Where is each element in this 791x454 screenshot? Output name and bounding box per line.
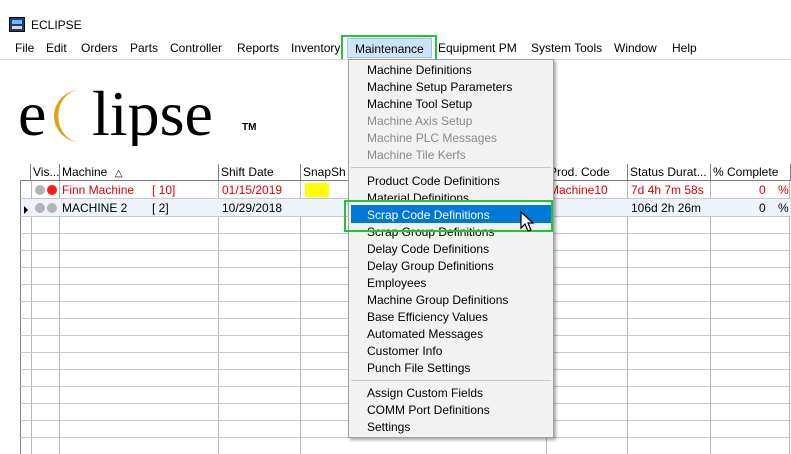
eclipse-logo: e lipse TM: [18, 80, 256, 146]
menu-controller[interactable]: Controller: [170, 41, 222, 55]
col-header-machine[interactable]: Machine △: [60, 164, 219, 181]
svg-text:lipse: lipse: [92, 80, 213, 146]
menu-item-base-efficiency-values[interactable]: Base Efficiency Values: [367, 310, 488, 324]
status-grey-dot-icon: [35, 185, 45, 195]
menu-item-comm-port-definitions[interactable]: COMM Port Definitions: [367, 403, 490, 417]
status-grey-dot-icon: [35, 203, 45, 213]
menu-item-material-definitions[interactable]: Material Definitions: [367, 191, 469, 205]
row1-snapshot-indicator: [305, 183, 329, 197]
row1-complete-pct: %: [778, 183, 789, 197]
menu-help[interactable]: Help: [672, 41, 697, 55]
col-header-machine-label: Machine: [62, 165, 108, 179]
menu-item-machine-axis-setup: Machine Axis Setup: [367, 114, 473, 128]
menu-bar: File Edit Orders Parts Controller Report…: [0, 38, 791, 59]
row2-machine-id: [ 2]: [152, 201, 169, 215]
row1-complete-value: 0: [759, 183, 766, 197]
menu-item-machine-group-definitions[interactable]: Machine Group Definitions: [367, 293, 508, 307]
menu-parts[interactable]: Parts: [130, 41, 158, 55]
app-icon: [9, 17, 25, 32]
sort-triangle-icon: △: [114, 168, 123, 179]
menu-reports[interactable]: Reports: [237, 41, 279, 55]
menu-item-punch-file-settings[interactable]: Punch File Settings: [367, 361, 470, 375]
menu-item-scrap-code-definitions[interactable]: Scrap Code Definitions: [367, 208, 490, 222]
menu-system-tools[interactable]: System Tools: [531, 41, 602, 55]
row2-status-duration: 106d 2h 26m: [631, 201, 702, 215]
row1-prod-code: Machine10: [549, 183, 608, 197]
menu-item-product-code-definitions[interactable]: Product Code Definitions: [367, 174, 500, 188]
status-red-dot-icon: [47, 185, 57, 195]
menu-item-settings[interactable]: Settings: [367, 420, 410, 434]
menu-item-employees[interactable]: Employees: [367, 276, 426, 290]
row2-machine-name[interactable]: MACHINE 2: [62, 201, 127, 215]
row1-status-duration: 7d 4h 7m 58s: [631, 183, 704, 197]
row1-machine-id: [ 10]: [152, 183, 176, 197]
menu-equipment-pm[interactable]: Equipment PM: [438, 41, 517, 55]
col-header-prod-code[interactable]: Prod. Code: [547, 164, 628, 181]
menu-item-machine-tile-kerfs: Machine Tile Kerfs: [367, 148, 466, 162]
menu-window[interactable]: Window: [614, 41, 657, 55]
svg-text:e: e: [18, 80, 46, 146]
menu-maintenance[interactable]: Maintenance: [347, 38, 432, 58]
col-header-status-duration[interactable]: Status Durat...: [628, 164, 711, 181]
menu-separator: [351, 380, 551, 381]
menu-item-automated-messages[interactable]: Automated Messages: [367, 327, 483, 341]
menu-inventory[interactable]: Inventory: [291, 41, 340, 55]
menu-item-machine-definitions[interactable]: Machine Definitions: [367, 63, 472, 77]
menu-item-machine-tool-setup[interactable]: Machine Tool Setup: [367, 97, 472, 111]
menu-item-machine-plc-messages: Machine PLC Messages: [367, 131, 498, 145]
row1-shift-date: 01/15/2019: [222, 183, 283, 197]
current-row-pointer-icon: [24, 206, 28, 214]
menu-item-machine-setup-parameters[interactable]: Machine Setup Parameters: [367, 80, 512, 94]
col-header-shift-date[interactable]: Shift Date: [219, 164, 301, 181]
menu-edit[interactable]: Edit: [46, 41, 67, 55]
menu-item-customer-info[interactable]: Customer Info: [367, 344, 442, 358]
menu-orders[interactable]: Orders: [81, 41, 118, 55]
menu-file[interactable]: File: [15, 41, 34, 55]
row-header-corner: [20, 164, 31, 181]
row2-complete-pct: %: [778, 201, 789, 215]
menu-item-assign-custom-fields[interactable]: Assign Custom Fields: [367, 386, 483, 400]
mouse-pointer-icon: [520, 211, 535, 232]
maintenance-dropdown-menu: Machine Definitions Machine Setup Parame…: [348, 59, 554, 438]
status-grey-dot-icon: [47, 203, 57, 213]
row2-shift-date: 10/29/2018: [222, 201, 283, 215]
window-title: ECLIPSE: [31, 18, 82, 32]
row2-complete-value: 0: [759, 201, 766, 215]
col-header-visible[interactable]: Vis...: [31, 164, 60, 181]
menu-separator: [351, 167, 551, 168]
svg-text:TM: TM: [242, 122, 256, 133]
title-bar: ECLIPSE: [0, 0, 791, 38]
col-header-complete[interactable]: % Complete: [711, 164, 791, 181]
row1-machine-name[interactable]: Finn Machine: [62, 183, 134, 197]
menu-item-delay-code-definitions[interactable]: Delay Code Definitions: [367, 242, 489, 256]
menu-item-scrap-group-definitions[interactable]: Scrap Group Definitions: [367, 225, 494, 239]
menu-item-delay-group-definitions[interactable]: Delay Group Definitions: [367, 259, 494, 273]
col-header-snapshot[interactable]: SnapSh: [301, 164, 351, 181]
